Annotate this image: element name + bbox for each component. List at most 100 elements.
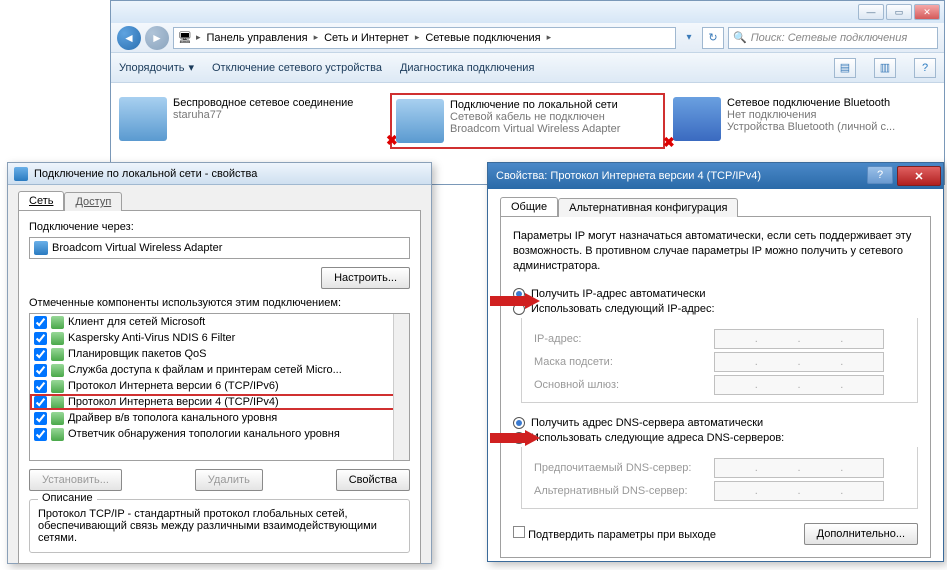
adapter-field: Broadcom Virtual Wireless Adapter: [29, 237, 410, 259]
view-large-icons-button[interactable]: ▤: [834, 58, 856, 78]
component-item: Планировщик пакетов QoS: [30, 346, 409, 362]
dialog-title: Подключение по локальной сети - свойства: [34, 168, 257, 180]
component-checkbox[interactable]: [34, 412, 47, 425]
component-item: Клиент для сетей Microsoft: [30, 314, 409, 330]
configure-button[interactable]: Настроить...: [321, 267, 410, 289]
info-text: Параметры IP могут назначаться автоматич…: [513, 229, 918, 274]
close-button[interactable]: ✕: [897, 166, 941, 186]
component-item: Протокол Интернета версии 6 (TCP/IPv6): [30, 378, 409, 394]
component-item: Ответчик обнаружения топологии канальног…: [30, 426, 409, 442]
help-button[interactable]: ?: [867, 166, 893, 184]
description-text: Протокол TCP/IP - стандартный протокол г…: [38, 508, 401, 544]
component-icon: [51, 364, 64, 377]
search-input[interactable]: 🔍 Поиск: Сетевые подключения: [728, 27, 938, 49]
component-checkbox[interactable]: [34, 396, 47, 409]
connection-item-bluetooth[interactable]: ✖ Сетевое подключение Bluetooth Нет подк…: [669, 93, 940, 149]
connection-item-wifi[interactable]: Беспроводное сетевое соединение staruha7…: [115, 93, 386, 149]
dialog-titlebar-ipv4: Свойства: Протокол Интернета версии 4 (T…: [488, 163, 943, 189]
component-icon: [51, 396, 64, 409]
component-checkbox[interactable]: [34, 316, 47, 329]
adapter-icon: [34, 241, 48, 255]
dns2-label: Альтернативный DNS-сервер:: [534, 485, 714, 497]
dns-fields-group: Предпочитаемый DNS-сервер:... Альтернати…: [521, 447, 918, 509]
component-checkbox[interactable]: [34, 348, 47, 361]
connection-name: Сетевое подключение Bluetooth: [727, 97, 895, 109]
back-icon[interactable]: ◄: [117, 26, 141, 50]
connections-list: Беспроводное сетевое соединение staruha7…: [111, 83, 944, 159]
description-group: Описание Протокол TCP/IP - стандартный п…: [29, 499, 410, 553]
network-adapter-icon: [396, 99, 444, 143]
advanced-button[interactable]: Дополнительно...: [804, 523, 918, 545]
dns1-label: Предпочитаемый DNS-сервер:: [534, 462, 714, 474]
component-item: Драйвер в/в тополога канального уровня: [30, 410, 409, 426]
component-icon: [51, 316, 64, 329]
diagnose-button[interactable]: Диагностика подключения: [400, 62, 534, 74]
bluetooth-adapter-icon: [673, 97, 721, 141]
install-button[interactable]: Установить...: [29, 469, 122, 491]
radio-ip-manual[interactable]: Использовать следующий IP-адрес:: [513, 303, 918, 315]
maximize-button[interactable]: ▭: [886, 4, 912, 20]
connection-properties-dialog: Подключение по локальной сети - свойства…: [7, 162, 432, 564]
component-checkbox[interactable]: [34, 380, 47, 393]
organize-menu[interactable]: Упорядочить ▾: [119, 61, 194, 74]
component-checkbox[interactable]: [34, 428, 47, 441]
component-icon: [51, 380, 64, 393]
network-adapter-icon: [119, 97, 167, 141]
ip-fields-group: IP-адрес:... Маска подсети:... Основной …: [521, 318, 918, 403]
minimize-button[interactable]: —: [858, 4, 884, 20]
ip-input: ...: [714, 329, 884, 349]
validate-exit-checkbox[interactable]: Подтвердить параметры при выходе: [513, 526, 716, 541]
tab-altcfg[interactable]: Альтернативная конфигурация: [558, 198, 738, 217]
breadcrumb-seg[interactable]: Сетевые подключения: [423, 32, 542, 44]
network-icon: [14, 167, 28, 181]
tab-network[interactable]: Сеть: [18, 191, 64, 210]
refresh-icon[interactable]: ↻: [702, 27, 724, 49]
gateway-label: Основной шлюз:: [534, 379, 714, 391]
component-icon: [51, 348, 64, 361]
components-label: Отмеченные компоненты используются этим …: [29, 297, 410, 309]
gateway-input: ...: [714, 375, 884, 395]
tab-general[interactable]: Общие: [500, 197, 558, 216]
mask-label: Маска подсети:: [534, 356, 714, 368]
command-bar: Упорядочить ▾ Отключение сетевого устрой…: [111, 53, 944, 83]
ipv4-properties-dialog: Свойства: Протокол Интернета версии 4 (T…: [487, 162, 944, 562]
radio-ip-auto[interactable]: Получить IP-адрес автоматически: [513, 288, 918, 300]
remove-button[interactable]: Удалить: [195, 469, 263, 491]
tabs: Сеть Доступ: [18, 191, 421, 210]
tab-panel: Параметры IP могут назначаться автоматич…: [500, 216, 931, 558]
dns1-input: ...: [714, 458, 884, 478]
breadcrumb-seg[interactable]: Сеть и Интернет: [322, 32, 411, 44]
breadcrumb-seg[interactable]: Панель управления: [205, 32, 310, 44]
component-checkbox[interactable]: [34, 332, 47, 345]
connection-device: Устройства Bluetooth (личной с...: [727, 121, 895, 133]
explorer-titlebar: — ▭ ✕: [111, 1, 944, 23]
annotation-arrow-icon: [490, 293, 540, 309]
history-dropdown[interactable]: ▾: [680, 27, 698, 49]
properties-button[interactable]: Свойства: [336, 469, 410, 491]
connection-name: Беспроводное сетевое соединение: [173, 97, 353, 109]
view-details-button[interactable]: ▥: [874, 58, 896, 78]
component-icon: [51, 332, 64, 345]
disable-device-button[interactable]: Отключение сетевого устройства: [212, 62, 382, 74]
radio-dns-auto[interactable]: Получить адрес DNS-сервера автоматически: [513, 417, 918, 429]
connection-item-lan[interactable]: ✖ Подключение по локальной сети Сетевой …: [390, 93, 665, 149]
scrollbar[interactable]: [393, 314, 409, 460]
component-checkbox[interactable]: [34, 364, 47, 377]
ip-label: IP-адрес:: [534, 333, 714, 345]
forward-icon[interactable]: ►: [145, 26, 169, 50]
connect-via-label: Подключение через:: [29, 221, 410, 233]
navbar: ◄ ► 🖥▸ Панель управления▸ Сеть и Интерне…: [111, 23, 944, 53]
help-icon[interactable]: ?: [914, 58, 936, 78]
explorer-window: — ▭ ✕ ◄ ► 🖥▸ Панель управления▸ Сеть и И…: [110, 0, 945, 185]
component-icon: [51, 428, 64, 441]
close-button[interactable]: ✕: [914, 4, 940, 20]
radio-dns-manual[interactable]: Использовать следующие адреса DNS-сервер…: [513, 432, 918, 444]
annotation-arrow-icon: [490, 430, 540, 446]
breadcrumb[interactable]: 🖥▸ Панель управления▸ Сеть и Интернет▸ С…: [173, 27, 676, 49]
components-list[interactable]: Клиент для сетей Microsoft Kaspersky Ant…: [29, 313, 410, 461]
search-icon: 🔍: [733, 31, 747, 44]
search-placeholder: Поиск: Сетевые подключения: [751, 32, 908, 44]
component-item: Kaspersky Anti-Virus NDIS 6 Filter: [30, 330, 409, 346]
component-icon: [51, 412, 64, 425]
tab-access[interactable]: Доступ: [64, 192, 122, 211]
